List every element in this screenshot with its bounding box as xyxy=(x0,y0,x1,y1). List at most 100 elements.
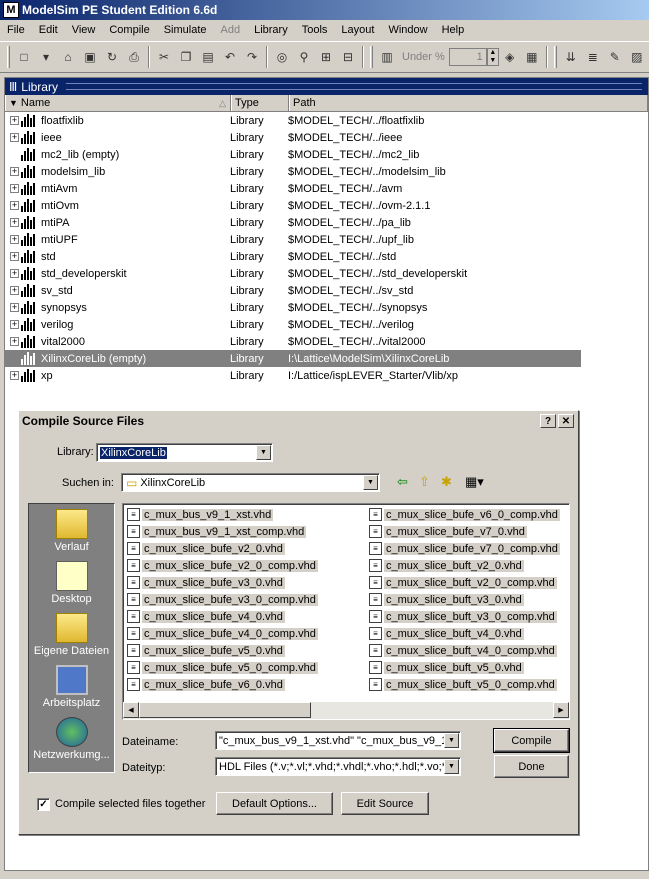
file-item[interactable]: ≡ c_mux_slice_bufe_v7_0_comp.vhd xyxy=(367,540,560,557)
structure-icon[interactable]: ⊟ xyxy=(338,47,358,67)
toolbar-grip[interactable] xyxy=(370,46,373,68)
menu-edit[interactable]: Edit xyxy=(32,24,65,36)
open-icon[interactable]: ⌂ xyxy=(58,47,78,67)
library-row[interactable]: + std_developerskit Library $MODEL_TECH/../… xyxy=(5,265,581,282)
save-icon[interactable]: ▣ xyxy=(80,47,100,67)
toolbar-grip[interactable] xyxy=(553,46,557,68)
place-my-computer[interactable]: Arbeitsplatz xyxy=(29,665,114,709)
horizontal-scrollbar[interactable]: ◀ ▶ xyxy=(123,702,569,719)
filetype-select[interactable]: HDL Files (*.v;*.vl;*.vhd;*.vhdl;*.vho;*… xyxy=(215,757,461,776)
help-button[interactable]: ? xyxy=(540,414,556,428)
under-percent-spinner[interactable]: ▲ ▼ xyxy=(486,48,499,66)
file-item[interactable]: ≡ c_mux_slice_bufe_v6_0.vhd xyxy=(125,676,318,693)
undo-icon[interactable]: ↶ xyxy=(220,47,240,67)
file-item[interactable]: ≡ c_mux_slice_bufe_v4_0_comp.vhd xyxy=(125,625,318,642)
expand-icon[interactable]: + xyxy=(10,235,19,244)
place-desktop[interactable]: Desktop xyxy=(29,561,114,605)
compile-button[interactable]: Compile xyxy=(493,728,570,753)
diamond-icon[interactable]: ◈ xyxy=(500,47,520,67)
place-history[interactable]: Verlauf xyxy=(29,509,114,553)
column-name-header[interactable]: ▼ Name △ xyxy=(5,95,231,111)
menu-tools[interactable]: Tools xyxy=(295,24,335,36)
collapse-arrow-icon[interactable]: ▼ xyxy=(9,98,18,108)
expand-icon[interactable]: + xyxy=(10,337,19,346)
file-item[interactable]: ≡ c_mux_bus_v9_1_xst_comp.vhd xyxy=(125,523,318,540)
library-row[interactable]: XilinxCoreLib (empty) Library I:\Lattice\M… xyxy=(5,350,581,367)
library-row[interactable]: + mtiPA Library $MODEL_TECH/../pa_lib xyxy=(5,214,581,231)
library-row[interactable]: + mtiAvm Library $MODEL_TECH/../avm xyxy=(5,180,581,197)
binoculars-icon[interactable]: ⚲ xyxy=(294,47,314,67)
file-item[interactable]: ≡ c_mux_slice_bufe_v3_0_comp.vhd xyxy=(125,591,318,608)
menu-library[interactable]: Library xyxy=(247,24,295,36)
library-row[interactable]: + xp Library I:/Lattice/ispLEVER_Starter/Vl… xyxy=(5,367,581,384)
print-icon[interactable]: ⎙ xyxy=(124,47,144,67)
library-row[interactable]: + sv_std Library $MODEL_TECH/../sv_std xyxy=(5,282,581,299)
new-folder-icon[interactable]: ✱ xyxy=(441,474,459,492)
file-item[interactable]: ≡ c_mux_slice_buft_v3_0.vhd xyxy=(367,591,560,608)
library-row[interactable]: + std Library $MODEL_TECH/../std xyxy=(5,248,581,265)
file-item[interactable]: ≡ c_mux_slice_buft_v5_0_comp.vhd xyxy=(367,676,560,693)
modelsim-app-icon[interactable]: M xyxy=(3,2,19,18)
file-item[interactable]: ≡ c_mux_slice_buft_v4_0.vhd xyxy=(367,625,560,642)
file-item[interactable]: ≡ c_mux_slice_bufe_v7_0.vhd xyxy=(367,523,560,540)
file-item[interactable]: ≡ c_mux_bus_v9_1_xst.vhd xyxy=(125,506,318,523)
chevron-down-icon[interactable]: ▼ xyxy=(444,733,459,748)
file-item[interactable]: ≡ c_mux_slice_bufe_v4_0.vhd xyxy=(125,608,318,625)
library-row[interactable]: + synopsys Library $MODEL_TECH/../synopsys xyxy=(5,299,581,316)
paste-icon[interactable]: ▤ xyxy=(198,47,218,67)
scroll-left-icon[interactable]: ◀ xyxy=(123,702,139,718)
compile-together-checkbox[interactable]: ✓ xyxy=(37,798,50,811)
file-item[interactable]: ≡ c_mux_slice_bufe_v6_0_comp.vhd xyxy=(367,506,560,523)
menu-add[interactable]: Add xyxy=(214,24,248,36)
menu-compile[interactable]: Compile xyxy=(102,24,156,36)
coverage-icon[interactable]: ▥ xyxy=(377,47,397,67)
library-row[interactable]: + modelsim_lib Library $MODEL_TECH/../model… xyxy=(5,163,581,180)
edit-source-button[interactable]: Edit Source xyxy=(341,792,429,815)
hierarchy-icon[interactable]: ⊞ xyxy=(316,47,336,67)
chevron-down-icon[interactable]: ▼ xyxy=(256,445,271,460)
close-icon[interactable]: ✕ xyxy=(558,414,574,428)
default-options-button[interactable]: Default Options... xyxy=(216,792,333,815)
file-item[interactable]: ≡ c_mux_slice_bufe_v5_0.vhd xyxy=(125,642,318,659)
file-list[interactable]: ≡ c_mux_bus_v9_1_xst.vhd ≡ c_mux_bus_v9_1_x… xyxy=(122,503,570,720)
chevron-down-icon[interactable]: ▼ xyxy=(444,759,459,774)
library-row[interactable]: + vital2000 Library $MODEL_TECH/../vital200… xyxy=(5,333,581,350)
library-row[interactable]: + verilog Library $MODEL_TECH/../verilog xyxy=(5,316,581,333)
library-row[interactable]: mc2_lib (empty) Library $MODEL_TECH/../mc2… xyxy=(5,146,581,163)
filename-input[interactable]: "c_mux_bus_v9_1_xst.vhd" "c_mux_bus_v9_1… xyxy=(215,731,461,750)
look-in-select[interactable]: ▭ XilinxCoreLib ▼ xyxy=(121,473,380,492)
up-folder-icon[interactable]: ⇧ xyxy=(419,474,437,492)
file-item[interactable]: ≡ c_mux_slice_buft_v4_0_comp.vhd xyxy=(367,642,560,659)
scrollbar-thumb[interactable] xyxy=(139,702,311,718)
break-icon[interactable]: ▨ xyxy=(627,47,647,67)
library-row[interactable]: + mtiUPF Library $MODEL_TECH/../upf_lib xyxy=(5,231,581,248)
done-button[interactable]: Done xyxy=(494,755,569,778)
menu-layout[interactable]: Layout xyxy=(334,24,381,36)
copy-icon[interactable]: ❐ xyxy=(176,47,196,67)
refresh-icon[interactable]: ↻ xyxy=(102,47,122,67)
file-item[interactable]: ≡ c_mux_slice_buft_v2_0_comp.vhd xyxy=(367,574,560,591)
expand-icon[interactable]: + xyxy=(10,320,19,329)
expand-icon[interactable]: + xyxy=(10,286,19,295)
menu-view[interactable]: View xyxy=(65,24,103,36)
expand-icon[interactable]: + xyxy=(10,371,19,380)
library-select[interactable]: XilinxCoreLib ▼ xyxy=(96,443,273,462)
new-file-icon[interactable]: □ xyxy=(14,47,34,67)
expand-icon[interactable]: + xyxy=(10,201,19,210)
toolbar-grip[interactable] xyxy=(7,46,10,68)
menu-window[interactable]: Window xyxy=(381,24,434,36)
menu-file[interactable]: File xyxy=(0,24,32,36)
expand-icon[interactable]: + xyxy=(10,133,19,142)
back-icon[interactable]: ⇦ xyxy=(397,474,415,492)
file-item[interactable]: ≡ c_mux_slice_buft_v5_0.vhd xyxy=(367,659,560,676)
expand-icon[interactable]: + xyxy=(10,269,19,278)
simulate-icon[interactable]: ✎ xyxy=(605,47,625,67)
file-item[interactable]: ≡ c_mux_slice_buft_v2_0.vhd xyxy=(367,557,560,574)
file-item[interactable]: ≡ c_mux_slice_bufe_v5_0_comp.vhd xyxy=(125,659,318,676)
file-item[interactable]: ≡ c_mux_slice_bufe_v3_0.vhd xyxy=(125,574,318,591)
report-icon[interactable]: ▦ xyxy=(522,47,542,67)
compile-all-icon[interactable]: ≣ xyxy=(583,47,603,67)
column-type-header[interactable]: Type xyxy=(231,95,289,111)
redo-icon[interactable]: ↷ xyxy=(242,47,262,67)
compile-icon[interactable]: ⇊ xyxy=(561,47,581,67)
